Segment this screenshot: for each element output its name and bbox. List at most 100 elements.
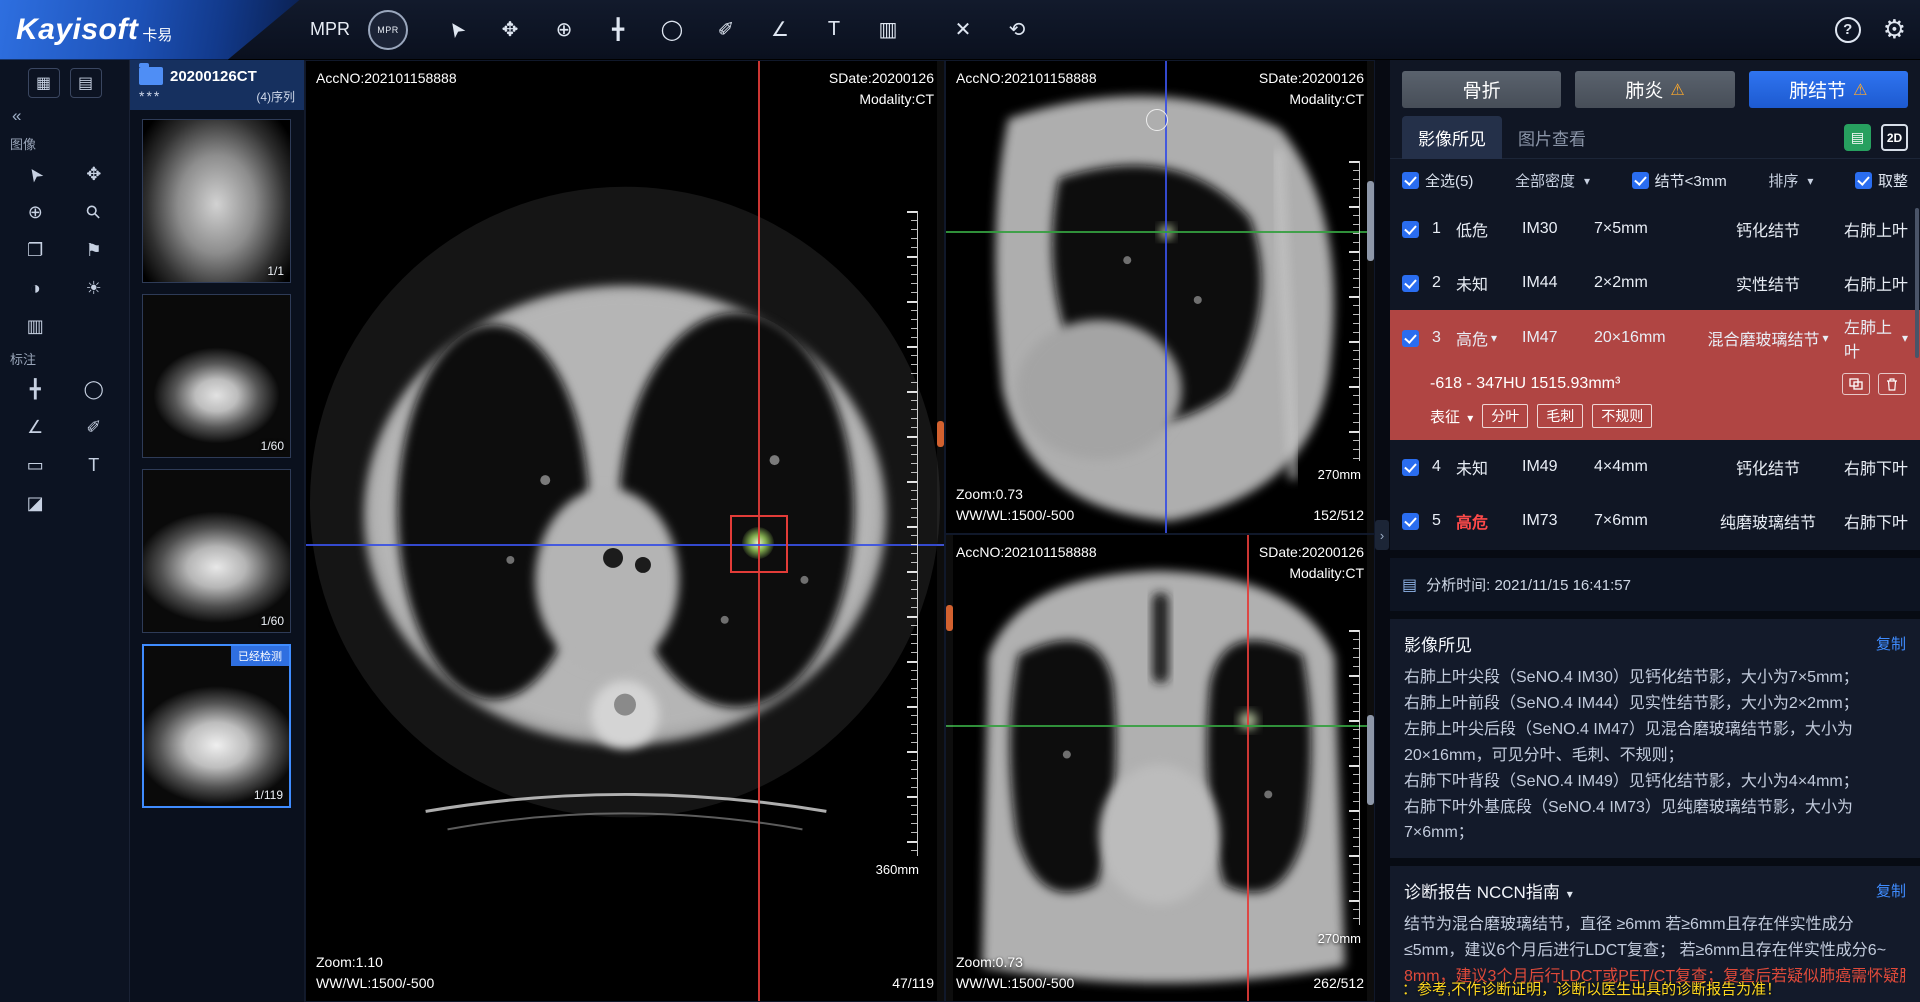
tab-pneumonia[interactable]: 肺炎: [1575, 71, 1734, 108]
round-checkbox[interactable]: 取整: [1855, 170, 1908, 191]
crosshair-vertical-line[interactable]: [1247, 535, 1249, 1001]
checkbox-checked-icon[interactable]: [1855, 172, 1872, 189]
crosshair-vertical-line[interactable]: [1165, 61, 1167, 533]
layout-compare-button[interactable]: ▤: [70, 68, 102, 98]
crosshair-horizontal-line[interactable]: [946, 231, 1374, 233]
checkbox-checked-icon[interactable]: [1402, 275, 1419, 292]
scrollbar-handle[interactable]: [1367, 181, 1374, 261]
reset-tool-button[interactable]: ⟲: [995, 8, 1039, 52]
tab-findings[interactable]: 影像所见: [1402, 116, 1502, 159]
sagittal-viewport[interactable]: 270mm AccNO:202101158888 SDate:20200126 …: [945, 60, 1375, 534]
ellipse-roi-button[interactable]: ◯: [75, 372, 113, 406]
zoom-in-tool-button[interactable]: ⊕: [542, 8, 586, 52]
tab-lung-nodule[interactable]: 肺结节: [1749, 71, 1908, 108]
coronal-slice-scrollbar[interactable]: [946, 535, 953, 1001]
checkbox-checked-icon[interactable]: [1402, 330, 1419, 347]
nodule-detail-row: -618 - 347HU 1515.93mm³: [1390, 366, 1920, 402]
nodule-row-1[interactable]: 1 低危 IM30 7×5mm 钙化结节 右肺上叶: [1390, 202, 1920, 256]
histogram-tool-button[interactable]: ▥: [16, 309, 54, 343]
tab-fracture[interactable]: 骨折: [1402, 71, 1561, 108]
window-level-tool-button[interactable]: ▥: [866, 8, 910, 52]
copy-view-button[interactable]: ❐: [16, 233, 54, 267]
sagittal-scrollbar[interactable]: [1367, 61, 1374, 533]
checkbox-checked-icon[interactable]: [1402, 513, 1419, 530]
nodule-location-dropdown[interactable]: 左肺上叶: [1844, 314, 1908, 362]
checkbox-checked-icon[interactable]: [1402, 172, 1419, 189]
scrollbar-handle[interactable]: [1367, 715, 1374, 805]
angle-measure-button[interactable]: ∠: [16, 410, 54, 444]
view-2d-button[interactable]: 2D: [1881, 124, 1908, 151]
flag-tool-button[interactable]: ⚑: [75, 233, 113, 267]
eraser-button[interactable]: ◪: [16, 486, 54, 520]
nodule-row-2[interactable]: 2 未知 IM44 2×2mm 实性结节 右肺上叶: [1390, 256, 1920, 310]
invert-tool-button[interactable]: ◑: [16, 271, 54, 305]
scrollbar-handle[interactable]: [937, 421, 944, 447]
report-icon-button[interactable]: ▤: [1844, 124, 1871, 151]
feature-dropdown[interactable]: 表征: [1430, 406, 1473, 427]
checkbox-checked-icon[interactable]: [1402, 459, 1419, 476]
mpr-dial-button[interactable]: MPR: [368, 10, 408, 50]
coronal-viewport[interactable]: 270mm AccNO:202101158888 SDate:20200126 …: [945, 534, 1375, 1002]
report-icon: ▤: [1851, 129, 1864, 146]
delete-nodule-button[interactable]: [1878, 373, 1906, 395]
rect-roi-button[interactable]: ▭: [16, 448, 54, 482]
magnifier-tool-button[interactable]: ⚲: [75, 195, 113, 229]
density-dropdown[interactable]: 全部密度: [1515, 170, 1590, 191]
series-thumbnail[interactable]: 1/60: [142, 469, 291, 633]
layout-grid-button[interactable]: ▦: [28, 68, 60, 98]
list-scrollbar[interactable]: [1915, 208, 1919, 358]
text-tool-button[interactable]: T: [812, 8, 856, 52]
pen-measure-button[interactable]: ✐: [75, 410, 113, 444]
nodule-risk-dropdown[interactable]: 高危: [1456, 326, 1522, 350]
series-thumbnail[interactable]: 1/60: [142, 294, 291, 458]
crosshair-tool-button[interactable]: ╋: [596, 8, 640, 52]
pan-tool-button[interactable]: ✥: [488, 8, 532, 52]
collapse-right-panel-button[interactable]: ›: [1375, 520, 1389, 550]
clear-tool-button[interactable]: ✕: [941, 8, 985, 52]
nodule-row-5[interactable]: 5 高危 IM73 7×6mm 纯磨玻璃结节 右肺下叶: [1390, 494, 1920, 548]
copy-findings-button[interactable]: 复制: [1876, 633, 1906, 654]
axial-viewport[interactable]: 360mm AccNO:202101158888 SDate:20200126 …: [305, 60, 945, 1002]
tab-image-view[interactable]: 图片查看: [1502, 116, 1602, 159]
sort-dropdown[interactable]: 排序: [1768, 170, 1813, 191]
help-button[interactable]: ?: [1835, 17, 1861, 43]
study-date: SDate:20200126: [829, 68, 934, 89]
nodule-risk: 未知: [1456, 455, 1522, 479]
series-header[interactable]: 20200126CT *** (4)序列: [130, 60, 304, 110]
nodule-roi-box[interactable]: [730, 515, 788, 573]
nodule-type-dropdown[interactable]: 混合磨玻璃结节: [1692, 326, 1844, 350]
series-thumbnail[interactable]: 1/1: [142, 119, 291, 283]
cursor-tool-button[interactable]: ➤: [434, 8, 478, 52]
nodule-row-3-selected[interactable]: 3 高危 IM47 20×16mm 混合磨玻璃结节 左肺上叶: [1390, 310, 1920, 440]
ellipse-tool-button[interactable]: ◯: [650, 8, 694, 52]
nodule-row-4[interactable]: 4 未知 IM49 4×4mm 钙化结节 右肺下叶: [1390, 440, 1920, 494]
small-nodule-checkbox[interactable]: 结节<3mm: [1632, 170, 1727, 191]
nodule-list: 1 低危 IM30 7×5mm 钙化结节 右肺上叶 2 未知 IM44 2×2m…: [1390, 202, 1920, 548]
ruler-tool-button[interactable]: ✐: [704, 8, 748, 52]
text-annotation-button[interactable]: T: [75, 448, 113, 482]
scrollbar-handle[interactable]: [946, 605, 953, 631]
crosshair-horizontal-line[interactable]: [306, 544, 944, 546]
feature-tag[interactable]: 分叶: [1482, 404, 1528, 428]
axial-slice-scrollbar[interactable]: [937, 61, 944, 1001]
feature-tag[interactable]: 不规则: [1592, 404, 1652, 428]
feature-tag[interactable]: 毛刺: [1537, 404, 1583, 428]
marker-cross-button[interactable]: ╋: [16, 372, 54, 406]
settings-button[interactable]: ⚙: [1883, 14, 1906, 45]
checkbox-checked-icon[interactable]: [1632, 172, 1649, 189]
histogram-icon: ▥: [27, 316, 44, 337]
compare-view-button[interactable]: [1842, 373, 1870, 395]
copy-report-button[interactable]: 复制: [1876, 880, 1906, 901]
collapse-sidebar-button[interactable]: «: [6, 104, 27, 128]
checkbox-checked-icon[interactable]: [1402, 221, 1419, 238]
cursor-tool-button[interactable]: ➤: [16, 157, 54, 191]
coronal-scrollbar[interactable]: [1367, 535, 1374, 1001]
crosshair-horizontal-line[interactable]: [946, 725, 1374, 727]
zoom-in-tool-button[interactable]: ⊕: [16, 195, 54, 229]
select-all-checkbox[interactable]: 全选(5): [1402, 170, 1473, 191]
report-title-dropdown[interactable]: 诊断报告 NCCN指南: [1404, 878, 1573, 903]
series-thumbnail-selected[interactable]: 已经检测 1/119: [142, 644, 291, 808]
pan-tool-button[interactable]: ✥: [75, 157, 113, 191]
angle-tool-button[interactable]: ∠: [758, 8, 802, 52]
brightness-tool-button[interactable]: ☀: [75, 271, 113, 305]
